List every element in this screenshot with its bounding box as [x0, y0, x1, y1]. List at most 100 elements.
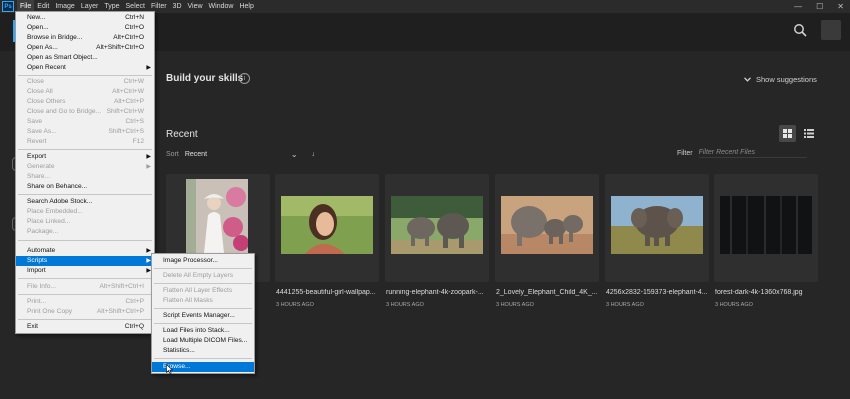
menu-item-place-linked[interactable]: Place Linked... — [16, 217, 154, 227]
menu-item-print-one-copy[interactable]: Print One Copy Alt+Shift+Ctrl+P — [16, 307, 154, 317]
file-thumbnail — [186, 179, 248, 253]
chevron-right-icon: ▶ — [146, 65, 151, 71]
file-name: 4441255-beautiful-girl-wallpap... — [276, 289, 376, 296]
menu-separator — [154, 283, 252, 284]
menu-item-package[interactable]: Package... — [16, 227, 154, 237]
menu-item-export[interactable]: Export ▶ — [16, 152, 154, 162]
file-name: running-elephant-4k-zoopark-... — [386, 289, 484, 296]
menu-3d[interactable]: 3D — [170, 0, 185, 13]
account-avatar[interactable] — [821, 20, 841, 40]
menu-item-image-processor[interactable]: Image Processor... — [152, 256, 254, 266]
menu-separator — [154, 268, 252, 269]
menu-item-flatten-masks[interactable]: Flatten All Masks — [152, 296, 254, 306]
menu-item-open-recent[interactable]: Open Recent ▶ — [16, 63, 154, 73]
file-menu: New... Ctrl+N Open... Ctrl+O Browse in Bri… — [15, 11, 155, 334]
menu-item-revert[interactable]: Revert F12 — [16, 137, 154, 147]
file-time: 3 HOURS AGO — [386, 302, 424, 308]
scripts-submenu: Image Processor... Delete All Empty Laye… — [151, 253, 255, 374]
menu-window[interactable]: Window — [206, 0, 237, 13]
filter-control: Filter Filter Recent Files — [677, 149, 807, 158]
menu-item-scripts[interactable]: Scripts ▶ — [16, 256, 154, 266]
menu-item-search-stock[interactable]: Search Adobe Stock... — [16, 197, 154, 207]
menu-separator — [154, 323, 252, 324]
file-time: 3 HOURS AGO — [715, 302, 753, 308]
sort-label: Sort — [166, 151, 179, 158]
mouse-cursor-icon — [166, 364, 173, 374]
menu-separator — [18, 278, 152, 279]
menu-item-save[interactable]: Save Ctrl+S — [16, 117, 154, 127]
menu-item-close-go-bridge[interactable]: Close and Go to Bridge... Shift+Ctrl+W — [16, 107, 154, 117]
menu-item-open-as[interactable]: Open As... Alt+Shift+Ctrl+O — [16, 43, 154, 53]
menu-item-share[interactable]: Share... — [16, 172, 154, 182]
recent-file-card[interactable] — [714, 174, 818, 282]
menu-separator — [154, 358, 252, 359]
minimize-icon[interactable]: — — [794, 2, 802, 11]
chevron-down-icon[interactable]: ⌄ — [291, 150, 298, 159]
menu-separator — [18, 75, 152, 76]
list-icon — [804, 128, 814, 138]
show-suggestions-label: Show suggestions — [756, 75, 817, 84]
menu-item-exit[interactable]: Exit Ctrl+Q — [16, 322, 154, 332]
list-view-button[interactable] — [803, 127, 815, 139]
recent-file-card[interactable] — [605, 174, 709, 282]
menu-separator — [18, 319, 152, 320]
file-name: 4256x2832-159373-elephant-4... — [606, 289, 708, 296]
file-time: 3 HOURS AGO — [496, 302, 534, 308]
menu-item-statistics[interactable]: Statistics... — [152, 346, 254, 356]
menu-item-generate[interactable]: Generate ▶ — [16, 162, 154, 172]
menu-separator — [18, 149, 152, 150]
menu-item-print[interactable]: Print... Ctrl+P — [16, 297, 154, 307]
menu-item-file-info[interactable]: File Info... Alt+Shift+Ctrl+I — [16, 282, 154, 292]
menu-item-delete-empty-layers[interactable]: Delete All Empty Layers — [152, 271, 254, 281]
file-thumbnail — [611, 196, 703, 254]
menu-item-import[interactable]: Import ▶ — [16, 266, 154, 276]
recent-file-card[interactable] — [275, 174, 379, 282]
file-thumbnail — [501, 196, 593, 254]
file-time: 3 HOURS AGO — [606, 302, 644, 308]
menu-separator — [18, 294, 152, 295]
search-icon[interactable] — [793, 23, 807, 37]
chevron-down-icon — [744, 77, 751, 82]
sort-control: Sort Recent ⌄ ↓ — [166, 150, 315, 159]
menu-item-place-embedded[interactable]: Place Embedded... — [16, 207, 154, 217]
file-thumbnail — [720, 196, 812, 254]
filter-input[interactable]: Filter Recent Files — [698, 149, 807, 158]
menu-item-share-behance[interactable]: Share on Behance... — [16, 182, 154, 192]
file-thumbnail — [281, 196, 373, 254]
menu-item-close-others[interactable]: Close Others Alt+Ctrl+P — [16, 97, 154, 107]
menu-separator — [18, 194, 152, 195]
grid-icon — [783, 129, 792, 138]
menu-item-load-dicom[interactable]: Load Multiple DICOM Files... — [152, 336, 254, 346]
menu-item-browse-bridge[interactable]: Browse in Bridge... Alt+Ctrl+O — [16, 33, 154, 43]
close-icon[interactable]: ✕ — [837, 2, 844, 11]
menu-help[interactable]: Help — [236, 0, 256, 13]
menu-separator — [18, 240, 152, 241]
maximize-icon[interactable]: ☐ — [816, 2, 823, 11]
menu-item-new[interactable]: New... Ctrl+N — [16, 13, 154, 23]
menu-item-open[interactable]: Open... Ctrl+O — [16, 23, 154, 33]
menu-item-save-as[interactable]: Save As... Shift+Ctrl+S — [16, 127, 154, 137]
menu-item-automate[interactable]: Automate ▶ — [16, 246, 154, 256]
recent-title: Recent — [166, 129, 198, 140]
menu-item-close[interactable]: Close Ctrl+W — [16, 77, 154, 87]
grid-view-button[interactable] — [779, 125, 796, 142]
menu-view[interactable]: View — [185, 0, 206, 13]
recent-file-card[interactable] — [385, 174, 489, 282]
show-suggestions-button[interactable]: Show suggestions — [744, 75, 817, 84]
window-controls: — ☐ ✕ — [794, 0, 844, 13]
menu-item-flatten-layer-effects[interactable]: Flatten All Layer Effects — [152, 286, 254, 296]
file-name: 2_Lovely_Elephant_Child_4K_... — [496, 289, 598, 296]
menu-item-open-smart-object[interactable]: Open as Smart Object... — [16, 53, 154, 63]
sort-direction-icon[interactable]: ↓ — [312, 151, 316, 158]
menu-item-load-files-stack[interactable]: Load Files into Stack... — [152, 326, 254, 336]
recent-file-card[interactable] — [495, 174, 599, 282]
menu-item-script-events-manager[interactable]: Script Events Manager... — [152, 311, 254, 321]
sort-dropdown[interactable]: Recent — [185, 151, 285, 158]
info-icon[interactable]: i — [239, 73, 250, 84]
photoshop-logo-icon[interactable]: Ps — [2, 1, 14, 12]
menu-item-close-all[interactable]: Close All Alt+Ctrl+W — [16, 87, 154, 97]
filter-label: Filter — [677, 150, 693, 157]
file-time: 3 HOURS AGO — [276, 302, 314, 308]
file-thumbnail — [391, 196, 483, 254]
chevron-right-icon: ▶ — [146, 164, 151, 170]
